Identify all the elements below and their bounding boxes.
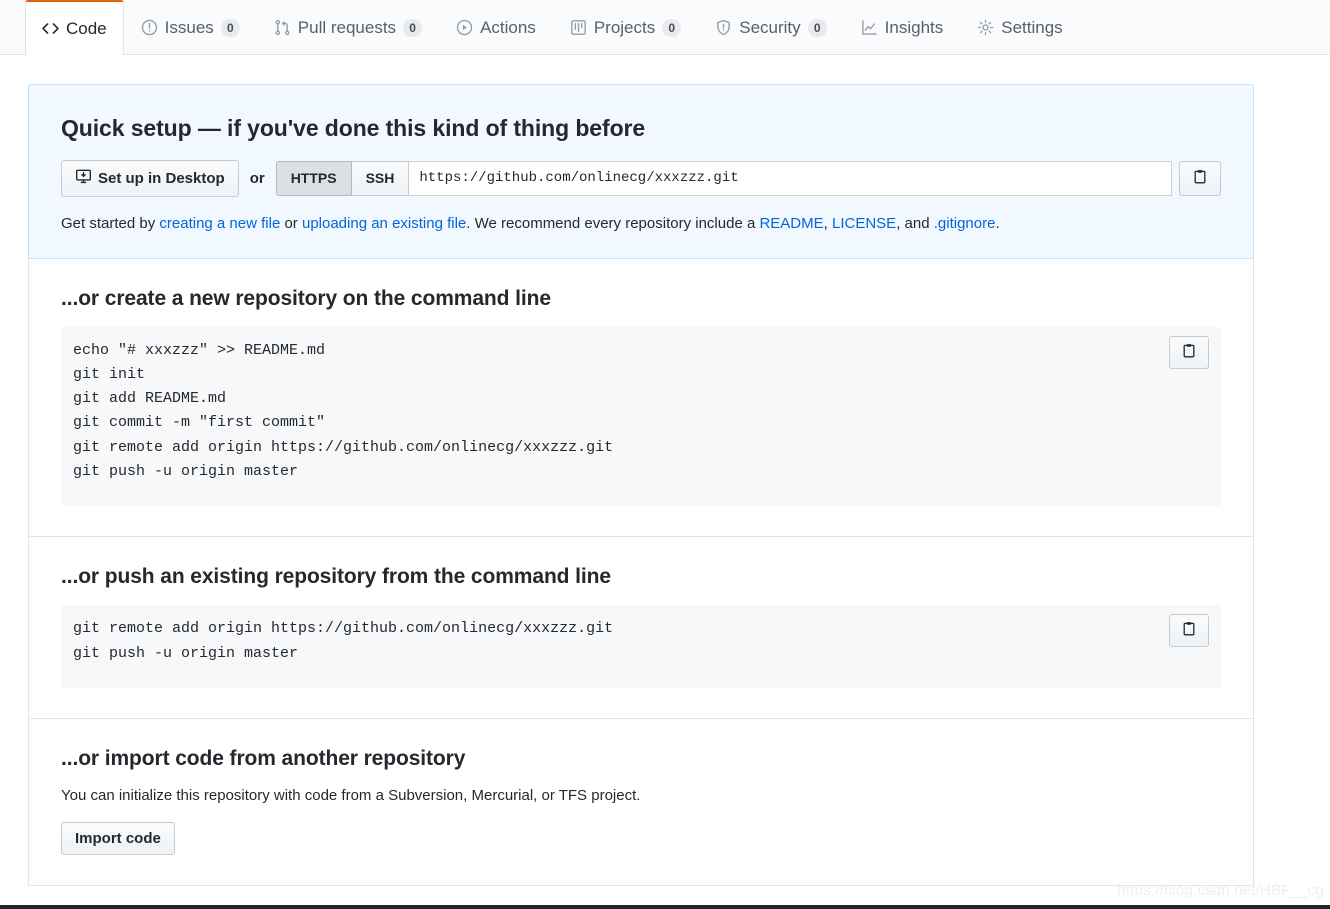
- play-icon: [456, 19, 473, 36]
- issue-opened-icon: [141, 19, 158, 36]
- hint-part-5: , and: [896, 215, 934, 232]
- command-line: git push -u origin master: [73, 462, 299, 480]
- tab-pull-requests[interactable]: Pull requests 0: [257, 0, 439, 54]
- graph-icon: [861, 19, 878, 36]
- clone-url-input[interactable]: [409, 161, 1172, 196]
- import-code-description: You can initialize this repository with …: [61, 786, 641, 804]
- tab-settings[interactable]: Settings: [960, 0, 1079, 54]
- command-line: git remote add origin https://github.com…: [73, 438, 614, 456]
- hint-part-4: ,: [823, 215, 832, 232]
- quick-setup-panel: Quick setup — if you've done this kind o…: [28, 84, 1254, 259]
- tab-actions[interactable]: Actions: [439, 0, 553, 54]
- quick-setup-title: Quick setup — if you've done this kind o…: [61, 115, 646, 141]
- import-code-button[interactable]: Import code: [61, 821, 175, 855]
- tab-projects-counter: 0: [662, 18, 682, 37]
- bottom-edge-bar: [0, 905, 1330, 909]
- command-line: git push -u origin master: [73, 644, 299, 662]
- desktop-download-icon: [75, 168, 92, 189]
- clipboard-icon: [1192, 169, 1208, 188]
- tab-projects-label: Projects: [593, 18, 656, 37]
- copy-create-commands-button[interactable]: [1169, 335, 1209, 369]
- tab-code[interactable]: Code: [25, 0, 124, 55]
- repo-setup-container: Quick setup — if you've done this kind o…: [28, 84, 1254, 886]
- tab-pull-requests-counter: 0: [403, 18, 423, 37]
- clone-url-row: Set up in Desktop or HTTPS SSH: [61, 160, 1221, 197]
- tab-security-label: Security: [739, 18, 801, 37]
- github-repo-setup-page: Code Issues 0 Pull requests 0 Actions Pr…: [0, 0, 1330, 909]
- watermark-text: https://blog.csdn.net/HBF__cg: [1117, 882, 1324, 899]
- command-line: git remote add origin https://github.com…: [73, 620, 614, 638]
- push-repository-heading: ...or push an existing repository from t…: [61, 565, 611, 589]
- hint-part-6: .: [995, 215, 1000, 232]
- hint-part-3: . We recommend every repository include …: [466, 215, 760, 232]
- hint-part-2: or: [280, 215, 302, 232]
- gitignore-link[interactable]: .gitignore: [934, 215, 996, 232]
- protocol-selector: HTTPS SSH: [275, 161, 410, 196]
- create-repository-code-block: echo "# xxxzzz" >> README.md git init gi…: [61, 326, 1221, 507]
- or-separator-label: or: [249, 170, 265, 187]
- tab-insights-label: Insights: [884, 18, 944, 37]
- shield-icon: [715, 19, 732, 36]
- command-line: git init: [73, 365, 146, 383]
- tab-pull-requests-label: Pull requests: [297, 18, 397, 37]
- import-code-section: ...or import code from another repositor…: [28, 718, 1254, 886]
- gear-icon: [977, 19, 994, 36]
- push-repository-code-block: git remote add origin https://github.com…: [61, 605, 1221, 688]
- protocol-https-button[interactable]: HTTPS: [275, 161, 352, 196]
- setup-in-desktop-label: Set up in Desktop: [98, 170, 225, 187]
- tab-settings-label: Settings: [1001, 18, 1063, 37]
- tab-security[interactable]: Security 0: [698, 0, 843, 54]
- tab-issues-label: Issues: [164, 18, 214, 37]
- tab-issues[interactable]: Issues 0: [124, 0, 257, 54]
- clipboard-icon: [1181, 621, 1197, 640]
- command-line: echo "# xxxzzz" >> README.md: [73, 341, 326, 359]
- tab-security-counter: 0: [807, 18, 827, 37]
- tab-issues-counter: 0: [220, 18, 240, 37]
- tab-projects[interactable]: Projects 0: [553, 0, 698, 54]
- create-new-file-link[interactable]: creating a new file: [159, 215, 280, 232]
- create-repository-heading: ...or create a new repository on the com…: [61, 286, 551, 310]
- project-board-icon: [570, 19, 587, 36]
- tab-code-label: Code: [66, 19, 107, 38]
- protocol-ssh-button[interactable]: SSH: [351, 161, 410, 196]
- repo-nav-tabs: Code Issues 0 Pull requests 0 Actions Pr…: [0, 0, 1330, 55]
- get-started-hint: Get started by creating a new file or up…: [61, 213, 1221, 236]
- create-repository-section: ...or create a new repository on the com…: [28, 258, 1254, 538]
- readme-link[interactable]: README: [759, 215, 823, 232]
- command-line: git commit -m "first commit": [73, 414, 326, 432]
- clipboard-icon: [1181, 343, 1197, 362]
- license-link[interactable]: LICENSE: [832, 215, 896, 232]
- git-pull-request-icon: [274, 19, 291, 36]
- copy-push-commands-button[interactable]: [1169, 614, 1209, 648]
- hint-part-1: Get started by: [61, 215, 160, 232]
- upload-existing-file-link[interactable]: uploading an existing file: [302, 215, 466, 232]
- copy-clone-url-button[interactable]: [1179, 161, 1221, 196]
- code-icon: [42, 20, 59, 37]
- tab-actions-label: Actions: [480, 18, 536, 37]
- tab-insights[interactable]: Insights: [844, 0, 961, 54]
- command-line: git add README.md: [73, 390, 227, 408]
- push-repository-section: ...or push an existing repository from t…: [28, 537, 1254, 719]
- import-code-heading: ...or import code from another repositor…: [61, 746, 466, 770]
- setup-in-desktop-button[interactable]: Set up in Desktop: [61, 160, 239, 197]
